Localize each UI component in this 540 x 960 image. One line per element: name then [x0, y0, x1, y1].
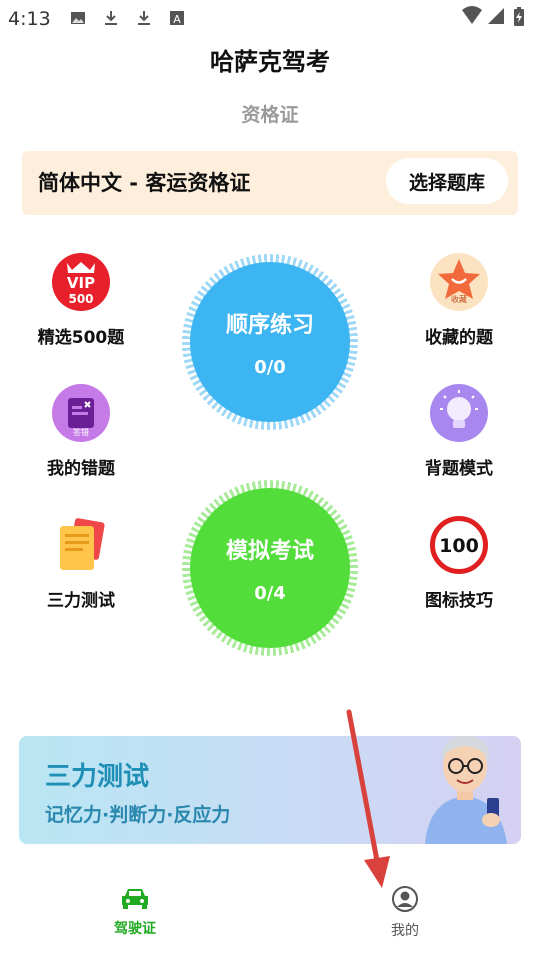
mock-exam-button[interactable]: 模拟考试 0/4	[190, 488, 350, 648]
app-title: 哈萨克驾考	[210, 48, 330, 76]
sequential-practice-count: 0/0	[254, 356, 286, 378]
speed-limit-sign-icon: 100	[430, 516, 488, 574]
tab-label: 我的	[391, 923, 419, 939]
download-icon	[138, 11, 150, 25]
cartoon-man-illustration	[425, 736, 507, 844]
wifi-icon	[462, 6, 482, 24]
banner-title: 三力测试	[45, 762, 150, 792]
svg-text:收藏: 收藏	[451, 294, 467, 304]
feature-label: 我的错题	[47, 459, 115, 479]
feature-label: 精选500题	[37, 328, 125, 348]
feature-label: 三力测试	[47, 591, 115, 611]
feature-label: 背题模式	[425, 459, 493, 479]
feature-label: 图标技巧	[425, 591, 493, 611]
question-bank-bar: 简体中文 - 客运资格证 选择题库	[22, 151, 518, 215]
sequential-practice-title: 顺序练习	[225, 312, 314, 338]
image-icon	[71, 12, 85, 24]
svg-text:100: 100	[439, 535, 479, 557]
feature-memorize-mode[interactable]: 背题模式	[389, 384, 529, 479]
mock-exam-count: 0/4	[254, 582, 286, 604]
feature-sign-tips[interactable]: 100 图标技巧	[389, 516, 529, 611]
wrong-answers-icon: 答错	[52, 384, 110, 442]
tab-label: 驾驶证	[114, 921, 156, 937]
status-bar: 4:13 A	[0, 0, 540, 38]
person-icon	[392, 886, 418, 912]
svg-text:VIP: VIP	[67, 274, 95, 292]
svg-text:500: 500	[68, 292, 93, 306]
font-a-icon: A	[170, 11, 184, 26]
mock-exam-title: 模拟考试	[225, 538, 314, 564]
page-subtitle: 资格证	[241, 104, 299, 126]
feature-favorites[interactable]: 收藏 收藏的题	[389, 253, 529, 348]
banner-subtitle: 记忆力·判断力·反应力	[45, 804, 231, 826]
vip-500-icon: VIP 500	[52, 253, 110, 311]
svg-text:答错: 答错	[73, 427, 89, 437]
tab-mine[interactable]: 我的	[345, 886, 465, 940]
car-icon	[122, 889, 148, 909]
lightbulb-icon	[430, 384, 488, 442]
star-favorite-icon: 收藏	[430, 253, 488, 311]
status-time: 4:13	[8, 8, 51, 30]
signal-icon	[488, 8, 504, 24]
feature-three-abilities-test[interactable]: 三力测试	[11, 516, 151, 611]
tab-driving-license[interactable]: 驾驶证	[75, 886, 195, 938]
sequential-practice-button[interactable]: 顺序练习 0/0	[190, 262, 350, 422]
feature-label: 收藏的题	[425, 328, 493, 348]
select-question-bank-button[interactable]: 选择题库	[386, 158, 508, 204]
system-status-icons	[462, 6, 524, 26]
notepad-icon	[52, 516, 110, 574]
feature-selected-500[interactable]: VIP 500 精选500题	[11, 253, 151, 348]
question-bank-label: 简体中文 - 客运资格证	[38, 171, 251, 195]
three-abilities-banner[interactable]: 三力测试 记忆力·判断力·反应力	[19, 736, 521, 844]
svg-text:A: A	[173, 13, 181, 26]
download-icon	[105, 11, 117, 25]
feature-wrong-answers[interactable]: 答错 我的错题	[11, 384, 151, 479]
